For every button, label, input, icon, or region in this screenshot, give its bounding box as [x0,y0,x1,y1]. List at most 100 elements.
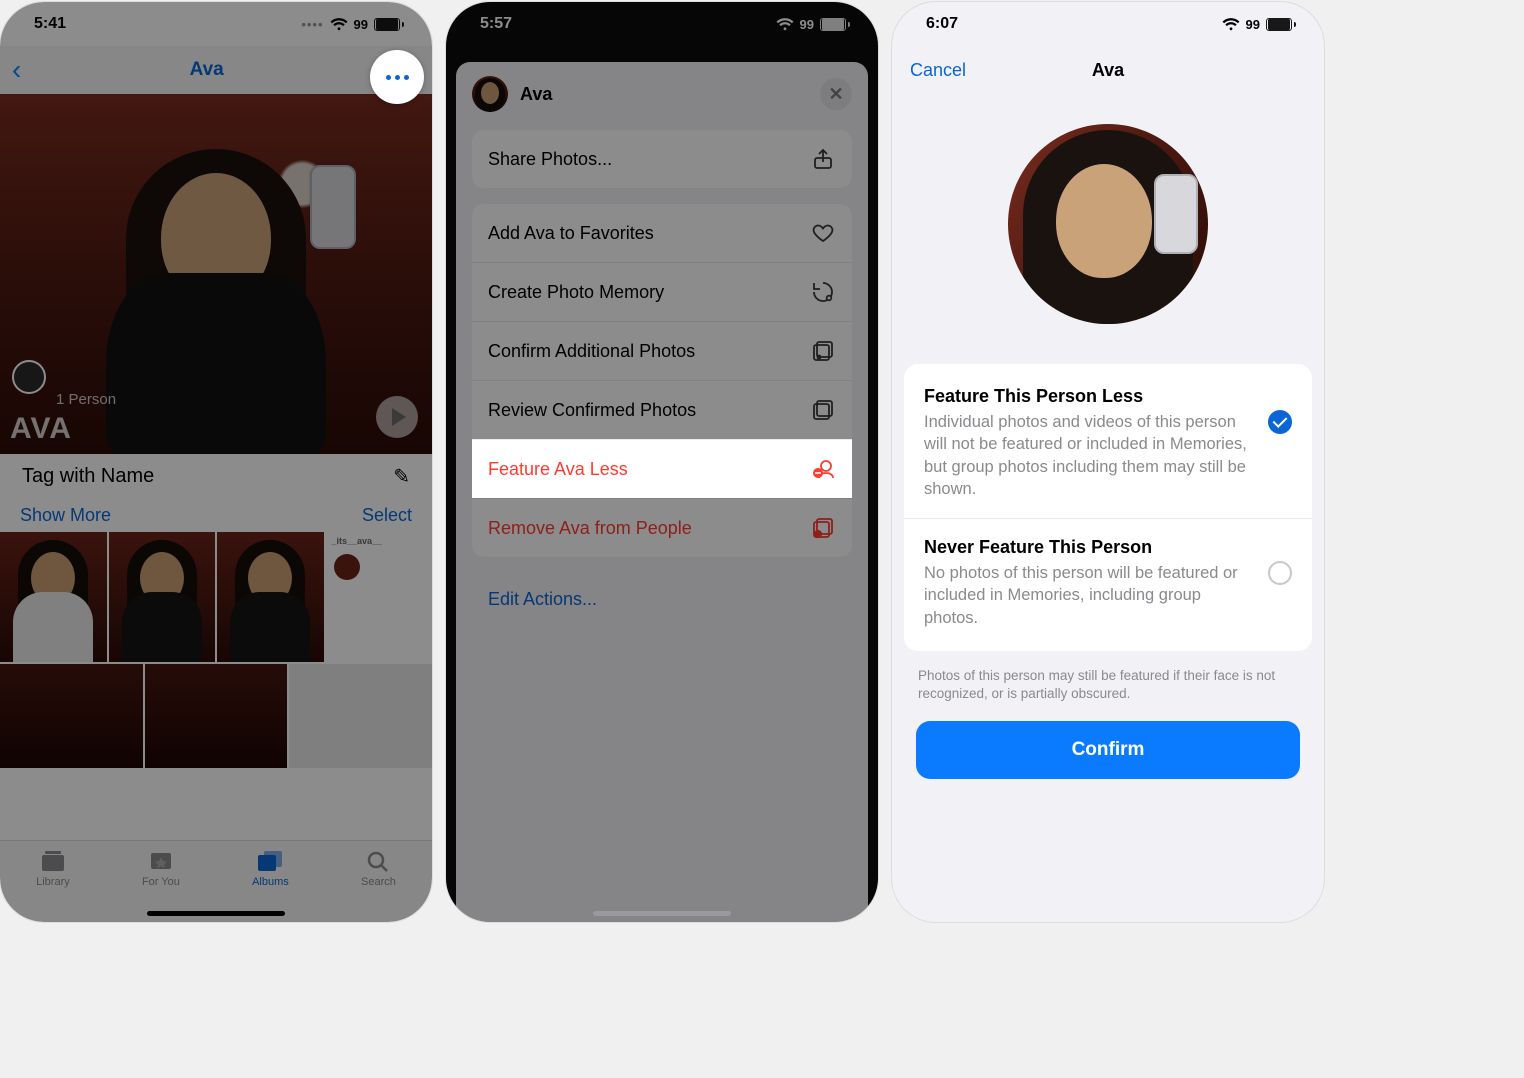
hero-photo[interactable]: 1 Person AVA [0,94,432,454]
photo-thumb[interactable] [0,664,143,768]
heart-icon [810,220,836,246]
screen-action-sheet: 5:57 99 Ava ✕ Share Photos... [446,2,878,922]
tab-label: Library [36,876,70,888]
tab-bar: Library For You Albums Search [0,840,432,922]
library-icon [39,849,67,873]
option-title: Never Feature This Person [924,537,1254,558]
tag-row[interactable]: Tag with Name ✎ [0,454,432,495]
status-bar: 6:07 99 [892,2,1324,46]
action-sheet: Ava ✕ Share Photos... Add Ava to Favorit… [456,62,868,922]
more-button[interactable] [370,50,424,104]
wifi-icon [1222,18,1240,31]
sheet-header: Ava ✕ [456,62,868,130]
row-label: Confirm Additional Photos [488,341,695,362]
row-label: Review Confirmed Photos [488,400,696,421]
play-button[interactable] [376,396,418,438]
avatar [472,76,508,112]
action-feature-less[interactable]: Feature Ava Less [472,439,852,498]
status-bar: 5:41 •••• 99 [0,2,432,46]
remove-person-icon [810,515,836,541]
footnote: Photos of this person may still be featu… [892,667,1324,721]
screen-feature-less-dialog: 6:07 99 Cancel Ava Feature This Person L… [892,2,1324,922]
confirm-photos-icon [810,338,836,364]
select-link[interactable]: Select [362,505,412,526]
feature-less-icon [810,456,836,482]
tab-label: For You [142,876,180,888]
tag-with-name-label: Tag with Name [22,465,154,488]
tab-library[interactable]: Library [36,849,70,888]
option-description: No photos of this person will be feature… [924,562,1254,629]
radio-unchecked-icon[interactable] [1268,561,1292,585]
photo-thumb[interactable] [0,532,107,662]
action-add-favorite[interactable]: Add Ava to Favorites [472,204,852,262]
battery-percent: 99 [1246,17,1260,32]
action-review-photos[interactable]: Review Confirmed Photos [472,380,852,439]
status-bar: 5:57 99 [446,2,878,46]
pencil-icon: ✎ [393,464,410,489]
memory-icon [810,279,836,305]
search-icon [364,849,392,873]
back-button[interactable]: ‹ [12,54,21,86]
ig-handle: _its__ava__ [332,536,383,546]
battery-percent: 99 [354,17,368,32]
wifi-icon [776,18,794,31]
hero-name-overlay: AVA [10,412,72,446]
nav-title: Ava [190,59,224,81]
nav-title: Ava [1092,60,1124,81]
links-row: Show More Select [0,495,432,532]
row-label: Feature Ava Less [488,459,628,480]
one-person-label: 1 Person [56,391,116,408]
action-create-memory[interactable]: Create Photo Memory [472,262,852,321]
action-remove-person[interactable]: Remove Ava from People [472,498,852,557]
tab-for-you[interactable]: For You [142,849,180,888]
photo-thumb-instagram[interactable]: _its__ava__ [326,532,433,662]
home-indicator[interactable] [147,911,285,916]
photo-thumb[interactable] [217,532,324,662]
avatar-large [1008,124,1208,324]
show-more-link[interactable]: Show More [20,505,111,526]
home-indicator[interactable] [593,911,731,916]
status-time: 5:57 [480,15,512,33]
status-time: 6:07 [926,15,958,33]
edit-actions-link[interactable]: Edit Actions... [472,573,852,610]
screen-album-person: 5:41 •••• 99 ‹ Ava 1 Person AV [0,2,432,922]
cancel-button[interactable]: Cancel [910,60,966,81]
nav-bar: ‹ Ava [0,46,432,94]
photo-thumb[interactable] [109,532,216,662]
photo-thumb[interactable] [145,664,288,768]
photo-grid-row-2 [0,664,432,768]
row-label: Create Photo Memory [488,282,664,303]
options-card: Feature This Person Less Individual phot… [904,364,1312,651]
review-photos-icon [810,397,836,423]
tab-search[interactable]: Search [361,849,396,888]
battery-icon [1266,18,1296,31]
battery-icon [374,18,404,31]
option-title: Feature This Person Less [924,386,1254,407]
action-group-share: Share Photos... [472,130,852,188]
action-confirm-photos[interactable]: Confirm Additional Photos [472,321,852,380]
option-feature-less[interactable]: Feature This Person Less Individual phot… [904,368,1312,518]
wifi-icon [330,18,348,31]
option-never-feature[interactable]: Never Feature This Person No photos of t… [904,518,1312,647]
photo-thumb[interactable] [289,664,432,768]
confirm-button[interactable]: Confirm [916,721,1300,779]
albums-icon [256,849,284,873]
action-share-photos[interactable]: Share Photos... [472,130,852,188]
tab-albums[interactable]: Albums [252,849,289,888]
row-label: Remove Ava from People [488,518,692,539]
option-description: Individual photos and videos of this per… [924,411,1254,500]
status-time: 5:41 [34,15,66,33]
dots-signal-icon: •••• [301,17,323,32]
battery-icon [820,18,850,31]
row-label: Share Photos... [488,149,612,170]
radio-checked-icon[interactable] [1268,410,1292,434]
person-badge-icon[interactable] [12,360,46,394]
sheet-title: Ava [520,84,552,105]
nav-bar: Cancel Ava [892,46,1324,94]
photo-grid-row-1: _its__ava__ [0,532,432,662]
tab-label: Albums [252,876,289,888]
share-icon [810,146,836,172]
tab-label: Search [361,876,396,888]
close-button[interactable]: ✕ [820,78,852,110]
foryou-icon [147,849,175,873]
